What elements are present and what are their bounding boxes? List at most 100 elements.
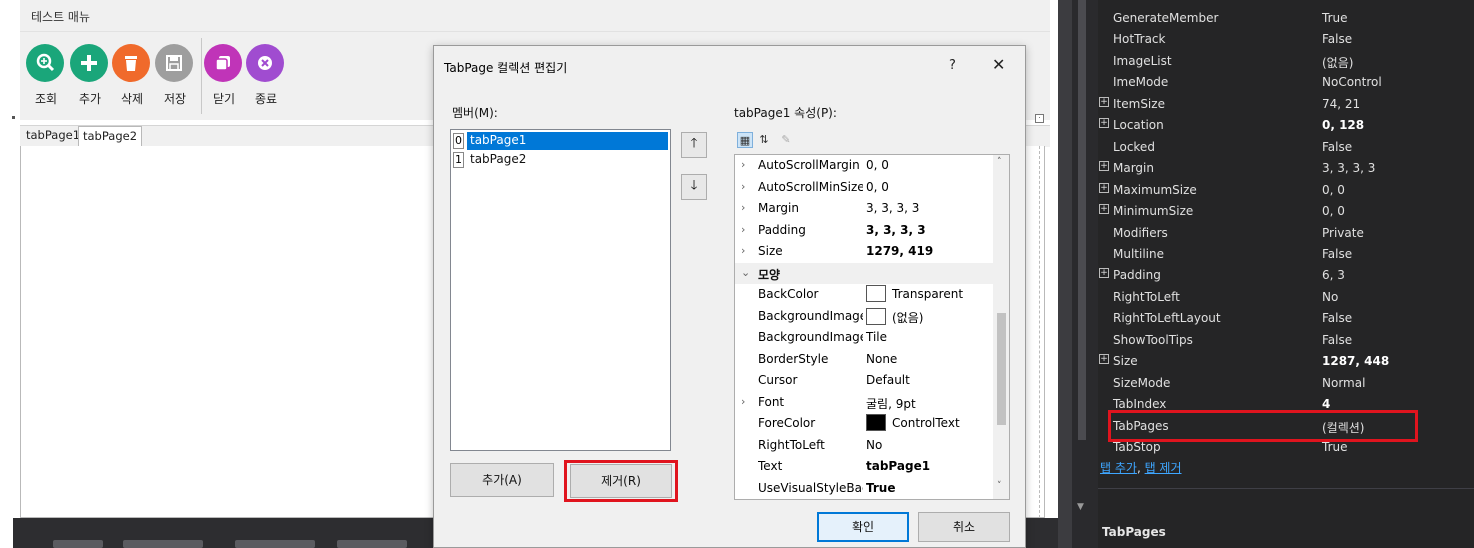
property-value[interactable]: None: [866, 352, 897, 366]
property-row[interactable]: › AutoScrollMargin 0, 0: [735, 155, 993, 177]
ok-button[interactable]: 확인: [817, 512, 909, 542]
expand-icon[interactable]: +: [1099, 204, 1109, 215]
member-item-tabpage1[interactable]: 0 tabPage1: [453, 132, 668, 150]
property-row[interactable]: + Margin 3, 3, 3, 3: [1098, 158, 1474, 179]
close-window-button[interactable]: 닫기: [204, 44, 244, 116]
property-row[interactable]: ShowToolTips False: [1098, 330, 1474, 351]
help-icon[interactable]: ?: [949, 58, 956, 73]
property-row[interactable]: SizeMode Normal: [1098, 373, 1474, 394]
property-value[interactable]: 3, 3, 3, 3: [866, 201, 919, 215]
property-row[interactable]: ForeColor ControlText: [735, 413, 993, 435]
resize-handle[interactable]: ·: [1035, 114, 1044, 123]
close-icon[interactable]: ✕: [992, 55, 1005, 74]
property-row[interactable]: + MinimumSize 0, 0: [1098, 201, 1474, 222]
scrollbar-thumb[interactable]: [997, 313, 1006, 425]
expand-icon[interactable]: +: [1099, 96, 1109, 107]
property-row[interactable]: Modifiers Private: [1098, 223, 1474, 244]
property-value[interactable]: 0, 128: [1322, 118, 1364, 132]
property-grid-scrollbar[interactable]: ˄ ˅: [993, 155, 1009, 499]
tray-item[interactable]: [337, 540, 407, 548]
scroll-up-icon[interactable]: ˄: [997, 157, 1002, 167]
property-row[interactable]: ImeMode NoControl: [1098, 72, 1474, 93]
property-row[interactable]: › AutoScrollMinSize 0, 0: [735, 177, 993, 199]
property-value[interactable]: 0, 0: [866, 158, 889, 172]
property-value[interactable]: True: [866, 481, 895, 495]
property-row[interactable]: › Font 굴림, 9pt: [735, 392, 993, 414]
property-row[interactable]: UseVisualStyleBackTrue: [735, 478, 993, 500]
members-list[interactable]: 0 tabPage1 1 tabPage2: [450, 129, 671, 451]
tray-item[interactable]: [235, 540, 315, 548]
expand-icon[interactable]: +: [1099, 161, 1109, 172]
property-row[interactable]: Locked False: [1098, 137, 1474, 158]
tab-tabpage1[interactable]: tabPage1: [22, 126, 85, 147]
property-row[interactable]: RightToLeft No: [1098, 287, 1474, 308]
scrollbar-thumb[interactable]: [1078, 0, 1086, 440]
property-value[interactable]: True: [1322, 440, 1348, 454]
property-value[interactable]: Default: [866, 373, 910, 387]
tray-item[interactable]: [53, 540, 103, 548]
remove-tab-link[interactable]: 탭 제거: [1145, 461, 1182, 475]
property-value[interactable]: 굴림, 9pt: [866, 395, 916, 412]
delete-button[interactable]: 삭제: [112, 44, 152, 116]
move-down-button[interactable]: 🡓: [681, 174, 707, 200]
expand-icon[interactable]: ›: [741, 180, 745, 193]
property-row[interactable]: › Padding 3, 3, 3, 3: [735, 220, 993, 242]
expand-icon[interactable]: ›: [741, 201, 745, 214]
property-value[interactable]: 3, 3, 3, 3: [866, 223, 926, 237]
property-row[interactable]: BorderStyle None: [735, 349, 993, 371]
tray-item[interactable]: [123, 540, 203, 548]
expand-icon[interactable]: +: [1099, 182, 1109, 193]
property-value[interactable]: No: [1322, 290, 1338, 304]
property-row[interactable]: GenerateMember True: [1098, 8, 1474, 29]
property-row[interactable]: BackColor Transparent: [735, 284, 993, 306]
property-row[interactable]: Text tabPage1: [735, 456, 993, 478]
property-value[interactable]: Normal: [1322, 376, 1365, 390]
property-row[interactable]: BackgroundImage (없음): [735, 306, 993, 328]
property-pages-icon[interactable]: ✎: [778, 132, 794, 148]
scroll-down-icon[interactable]: ▼: [1077, 502, 1084, 512]
property-value[interactable]: 6, 3: [1322, 268, 1345, 282]
tab-tabpage2[interactable]: tabPage2: [78, 126, 143, 147]
property-value[interactable]: False: [1322, 247, 1352, 261]
scroll-down-icon[interactable]: ˅: [997, 481, 1002, 491]
add-tab-link[interactable]: 탭 추가: [1100, 461, 1137, 475]
property-value[interactable]: No: [866, 438, 882, 452]
property-row[interactable]: › Size 1279, 419: [735, 241, 993, 263]
expand-icon[interactable]: ›: [741, 244, 745, 257]
property-value[interactable]: Transparent: [866, 284, 963, 302]
categorized-icon[interactable]: ▦: [737, 132, 753, 148]
property-category[interactable]: ⌄ 모양: [735, 262, 993, 284]
save-button[interactable]: 저장: [155, 44, 195, 116]
property-row[interactable]: + MaximumSize 0, 0: [1098, 180, 1474, 201]
expand-icon[interactable]: +: [1099, 354, 1109, 365]
property-row[interactable]: RightToLeft No: [735, 435, 993, 457]
property-value[interactable]: 1287, 448: [1322, 354, 1389, 368]
property-row[interactable]: BackgroundImageL Tile: [735, 327, 993, 349]
property-row[interactable]: HotTrack False: [1098, 29, 1474, 50]
property-value[interactable]: False: [1322, 311, 1352, 325]
property-value[interactable]: False: [1322, 333, 1352, 347]
property-row[interactable]: + Size 1287, 448: [1098, 351, 1474, 372]
property-value[interactable]: (없음): [866, 308, 923, 326]
property-value[interactable]: ControlText: [866, 413, 960, 431]
property-value[interactable]: 0, 0: [866, 180, 889, 194]
cancel-button[interactable]: 취소: [918, 512, 1010, 542]
search-button[interactable]: 조회: [26, 44, 66, 116]
move-up-button[interactable]: 🡑: [681, 132, 707, 158]
properties-scrollbar[interactable]: ▼: [1072, 0, 1098, 548]
property-row[interactable]: ImageList (없음): [1098, 51, 1474, 72]
selection-handle[interactable]: [12, 116, 15, 119]
property-value[interactable]: Tile: [866, 330, 887, 344]
property-value[interactable]: NoControl: [1322, 75, 1382, 89]
exit-button[interactable]: 종료: [246, 44, 286, 116]
expand-icon[interactable]: +: [1099, 268, 1109, 279]
property-value[interactable]: 0, 0: [1322, 204, 1345, 218]
property-row[interactable]: Multiline False: [1098, 244, 1474, 265]
collapse-icon[interactable]: ⌄: [741, 266, 750, 279]
property-row[interactable]: + Location 0, 128: [1098, 115, 1474, 136]
property-value[interactable]: 4: [1322, 397, 1330, 411]
property-grid[interactable]: › AutoScrollMargin 0, 0 › AutoScrollMinSize 0…: [734, 154, 1010, 500]
expand-icon[interactable]: ›: [741, 158, 745, 171]
property-row[interactable]: + ItemSize 74, 21: [1098, 94, 1474, 115]
property-value[interactable]: (없음): [1322, 54, 1353, 71]
